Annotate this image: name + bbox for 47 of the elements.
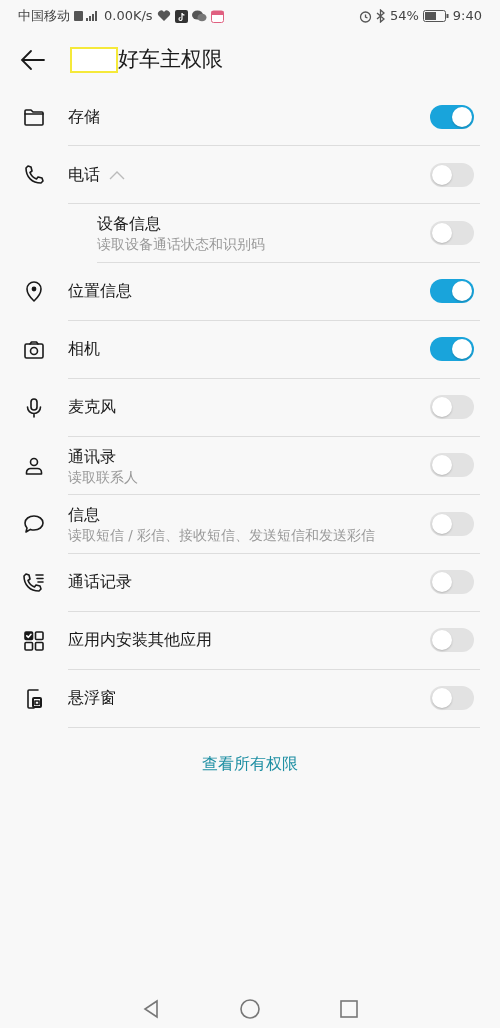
permission-title: 设备信息	[97, 213, 161, 235]
toggle-switch[interactable]	[430, 511, 474, 536]
permission-title: 悬浮窗	[68, 687, 116, 710]
chat-icon	[191, 10, 207, 22]
permission-title: 麦克风	[68, 396, 116, 419]
toggle-switch[interactable]	[430, 337, 474, 362]
back-nav-icon[interactable]	[141, 999, 161, 1019]
battery-icon	[422, 10, 449, 22]
alarm-icon	[358, 9, 372, 23]
permission-description: 读取设备通话状态和识别码	[97, 236, 266, 254]
chevron-icon[interactable]	[108, 169, 126, 180]
view-all-permissions-link[interactable]: 查看所有权限	[202, 753, 298, 773]
permission-title: 信息	[68, 504, 100, 527]
toggle-switch[interactable]	[430, 162, 474, 187]
clock-time: 9:40	[452, 7, 482, 26]
permission-description: 读取短信 / 彩信、接收短信、发送短信和发送彩信	[68, 527, 377, 545]
permission-title: 通讯录	[68, 445, 116, 468]
page-title: 好车主权限	[118, 46, 223, 74]
phone-icon	[22, 163, 46, 187]
permission-title: 电话	[68, 163, 100, 186]
app-icon	[174, 9, 188, 23]
recents-nav-icon[interactable]	[339, 999, 359, 1019]
network-speed: 0.00K/s	[104, 7, 153, 26]
bluetooth-icon	[375, 9, 386, 23]
phone-list-icon	[22, 570, 46, 595]
back-icon[interactable]	[20, 49, 46, 71]
permission-description: 读取联系人	[68, 468, 139, 487]
signal-icon	[74, 10, 100, 22]
toggle-switch[interactable]	[430, 104, 474, 129]
home-nav-icon[interactable]	[239, 998, 261, 1020]
heart-icon	[156, 10, 171, 22]
permission-title: 通话记录	[68, 571, 132, 594]
permission-title: 存储	[68, 105, 100, 128]
permission-title: 位置信息	[68, 280, 132, 303]
permission-title: 应用内安装其他应用	[68, 629, 212, 652]
permission-title: 相机	[68, 338, 100, 361]
toggle-switch[interactable]	[430, 686, 474, 711]
toggle-switch[interactable]	[430, 279, 474, 304]
toggle-switch[interactable]	[430, 628, 474, 653]
calendar-icon	[210, 9, 224, 23]
carrier-name: 中国移动	[18, 7, 70, 26]
battery-percent: 54%	[389, 7, 419, 26]
toggle-switch[interactable]	[430, 453, 474, 478]
app-grid-icon	[22, 628, 46, 653]
toggle-switch[interactable]	[430, 395, 474, 420]
toggle-switch[interactable]	[430, 570, 474, 595]
toggle-switch[interactable]	[430, 220, 474, 245]
